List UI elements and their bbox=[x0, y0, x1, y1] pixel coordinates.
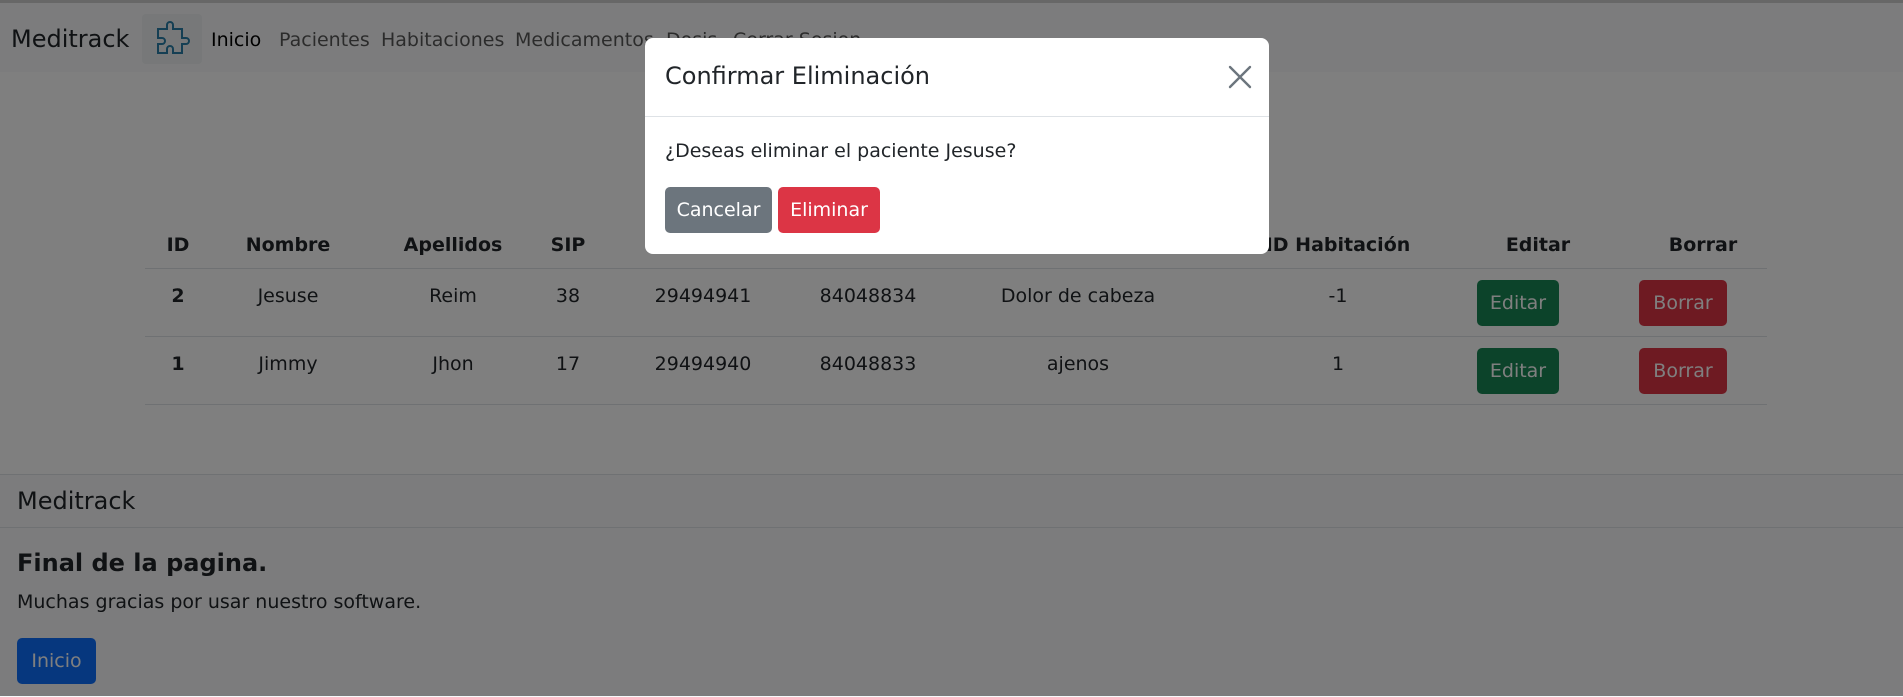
confirm-delete-button[interactable]: Eliminar bbox=[778, 187, 880, 233]
close-button[interactable] bbox=[1225, 62, 1255, 92]
cancel-button[interactable]: Cancelar bbox=[665, 187, 772, 233]
close-icon bbox=[1228, 65, 1252, 89]
modal-header: Confirmar Eliminación bbox=[645, 38, 1269, 117]
modal-message: ¿Deseas eliminar el paciente Jesuse? bbox=[665, 140, 1017, 162]
confirm-delete-modal: Confirmar Eliminación ¿Deseas eliminar e… bbox=[645, 38, 1269, 254]
modal-title: Confirmar Eliminación bbox=[665, 62, 931, 90]
